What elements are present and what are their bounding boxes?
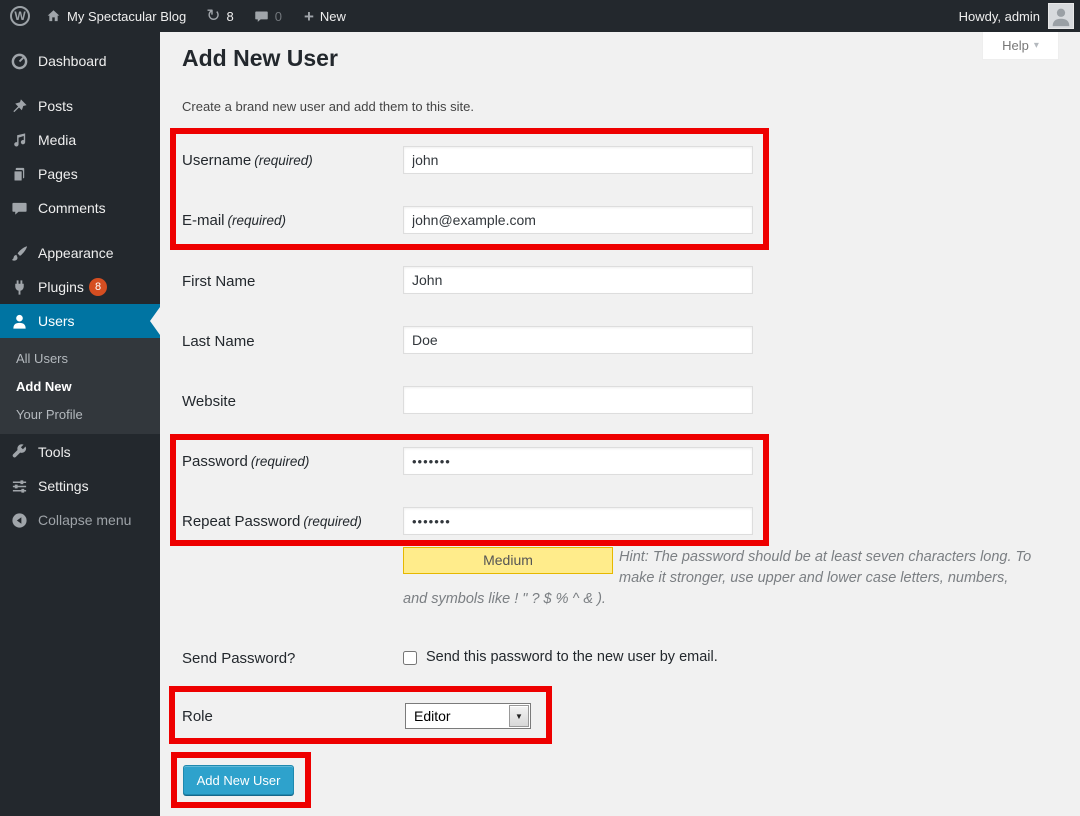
sidebar-item-settings[interactable]: Settings <box>0 469 160 503</box>
pushpin-icon <box>9 98 29 115</box>
send-password-checkbox[interactable] <box>403 651 417 665</box>
username-label: Username(required) <box>182 152 397 169</box>
email-input[interactable] <box>403 206 753 234</box>
website-label: Website <box>182 393 397 410</box>
username-input[interactable] <box>403 146 753 174</box>
sidebar-item-tools[interactable]: Tools <box>0 435 160 469</box>
role-label: Role <box>182 708 397 725</box>
sidebar-item-label: Collapse menu <box>38 512 131 528</box>
send-password-checkbox-label[interactable]: Send this password to the new user by em… <box>426 649 718 665</box>
first-name-label: First Name <box>182 273 397 290</box>
new-label: New <box>320 9 346 24</box>
media-icon <box>9 132 29 149</box>
person-icon <box>1049 4 1073 28</box>
submenu-label: Add New <box>16 379 72 394</box>
sidebar-item-appearance[interactable]: Appearance <box>0 236 160 270</box>
sidebar-item-label: Posts <box>38 98 73 114</box>
submenu-item-your-profile[interactable]: Your Profile <box>0 400 160 428</box>
sidebar-item-label: Pages <box>38 166 78 182</box>
sidebar-item-plugins[interactable]: Plugins 8 <box>0 270 160 304</box>
admin-sidebar: Dashboard Posts Media Pages Comments App… <box>0 32 160 816</box>
sidebar-item-label: Appearance <box>38 245 114 261</box>
avatar <box>1048 3 1074 29</box>
howdy-text: Howdy, admin <box>959 9 1040 24</box>
updates-count: 8 <box>226 9 233 24</box>
new-content-link[interactable]: + New <box>304 8 346 25</box>
site-name-link[interactable]: My Spectacular Blog <box>46 9 186 24</box>
site-name-label: My Spectacular Blog <box>67 9 186 24</box>
paintbrush-icon <box>9 245 29 262</box>
role-select[interactable]: Editor ▼ <box>405 703 531 729</box>
admin-bar: W My Spectacular Blog ↻ 8 0 + New Howdy,… <box>0 0 1080 32</box>
first-name-input[interactable] <box>403 266 753 294</box>
password-hint-area: Medium Hint: The password should be at l… <box>403 547 1035 610</box>
add-new-user-button[interactable]: Add New User <box>183 765 294 795</box>
user-icon <box>9 313 29 330</box>
required-hint: (required) <box>251 454 310 469</box>
comments-link[interactable]: 0 <box>254 9 282 24</box>
home-icon <box>46 9 61 24</box>
sidebar-item-label: Tools <box>38 444 71 460</box>
sidebar-item-label: Dashboard <box>38 53 107 69</box>
last-name-label: Last Name <box>182 333 397 350</box>
collapse-arrow-icon <box>9 512 29 529</box>
website-input[interactable] <box>403 386 753 414</box>
pages-icon <box>9 166 29 183</box>
sidebar-item-pages[interactable]: Pages <box>0 157 160 191</box>
sidebar-item-users[interactable]: Users <box>0 304 160 338</box>
comments-bubble-icon <box>254 9 269 24</box>
sidebar-item-comments[interactable]: Comments <box>0 191 160 225</box>
updates-link[interactable]: ↻ 8 <box>206 8 233 25</box>
page-title: Add New User <box>182 45 338 72</box>
account-menu[interactable]: Howdy, admin <box>959 0 1074 32</box>
role-selected-value: Editor <box>414 708 451 724</box>
comments-count: 0 <box>275 9 282 24</box>
dropdown-arrow-icon[interactable]: ▼ <box>509 705 529 727</box>
required-hint: (required) <box>228 213 287 228</box>
chevron-down-icon: ▾ <box>1034 40 1039 51</box>
sidebar-item-label: Plugins <box>38 279 84 295</box>
last-name-input[interactable] <box>403 326 753 354</box>
comment-bubble-icon <box>9 200 29 217</box>
repeat-password-input[interactable] <box>403 507 753 535</box>
submenu-item-add-new[interactable]: Add New <box>0 372 160 400</box>
updates-icon: ↻ <box>206 7 220 24</box>
plugins-update-badge: 8 <box>89 278 107 296</box>
repeat-password-label: Repeat Password(required) <box>182 513 397 530</box>
wrench-icon <box>9 444 29 461</box>
sidebar-item-collapse-menu[interactable]: Collapse menu <box>0 503 160 537</box>
password-label: Password(required) <box>182 453 397 470</box>
submenu-label: All Users <box>16 351 68 366</box>
submenu-label: Your Profile <box>16 407 83 422</box>
required-hint: (required) <box>254 153 313 168</box>
admin-bar-left: W My Spectacular Blog ↻ 8 0 + New <box>0 0 346 32</box>
help-button[interactable]: Help ▾ <box>982 32 1059 60</box>
help-label: Help <box>1002 38 1029 53</box>
plug-icon <box>9 279 29 296</box>
password-strength-meter: Medium <box>403 547 613 574</box>
sidebar-item-label: Settings <box>38 478 89 494</box>
sidebar-item-media[interactable]: Media <box>0 123 160 157</box>
send-password-label: Send Password? <box>182 650 397 667</box>
email-label: E-mail(required) <box>182 212 397 229</box>
wordpress-logo-icon[interactable]: W <box>10 6 30 26</box>
sidebar-item-posts[interactable]: Posts <box>0 89 160 123</box>
sliders-icon <box>9 478 29 495</box>
sidebar-item-dashboard[interactable]: Dashboard <box>0 44 160 78</box>
dashboard-icon <box>9 53 29 70</box>
sidebar-item-label: Comments <box>38 200 106 216</box>
sidebar-item-label: Media <box>38 132 76 148</box>
sidebar-item-label: Users <box>38 313 75 329</box>
plus-icon: + <box>304 8 314 25</box>
users-submenu: All Users Add New Your Profile <box>0 338 160 434</box>
submenu-item-all-users[interactable]: All Users <box>0 344 160 372</box>
page-subtitle: Create a brand new user and add them to … <box>182 99 474 114</box>
required-hint: (required) <box>303 514 362 529</box>
password-input[interactable] <box>403 447 753 475</box>
